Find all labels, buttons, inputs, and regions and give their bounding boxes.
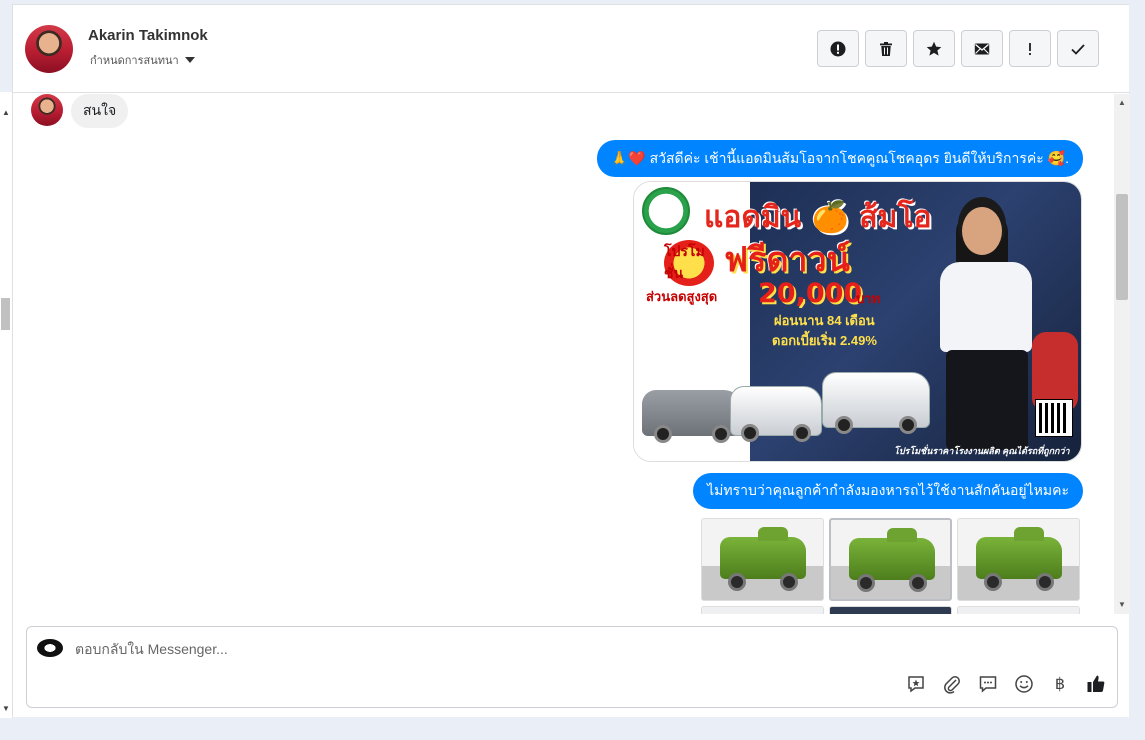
mark-spam-button[interactable] xyxy=(817,30,859,67)
attachment-button[interactable] xyxy=(941,673,963,695)
page-scrollbar-thumb[interactable] xyxy=(1,298,10,330)
promo-interest: ดอกเบี้ยเริ่ม 2.49% xyxy=(772,333,877,348)
conversation-header: Akarin Takimnok กำหนดการสนทนา xyxy=(13,5,1130,93)
car-image-cargo-pickup xyxy=(822,372,930,434)
promo-discount-amount: 20,000 xyxy=(758,278,863,309)
chat-bubble-icon xyxy=(979,676,997,693)
thread-scrollbar[interactable]: ▲ ▼ xyxy=(1114,94,1130,614)
thread-scrollbar-thumb[interactable] xyxy=(1116,194,1128,300)
promo-badge: โปรโมชั่น xyxy=(664,240,714,286)
promo-model-figure xyxy=(934,202,1044,452)
car-image-pickup xyxy=(730,386,822,442)
saved-reply-button[interactable] xyxy=(905,673,927,695)
outgoing-message-bubble-2[interactable]: ไม่ทราบว่าคุณลูกค้ากำลังมองหารถไว้ใช้งาน… xyxy=(693,473,1083,509)
exclamation-icon xyxy=(1029,42,1031,55)
saved-reply-icon xyxy=(908,676,924,693)
photo-thumbnail[interactable] xyxy=(957,606,1080,614)
promo-installment: ผ่อนนาน 84 เดือน xyxy=(774,313,875,328)
like-button[interactable] xyxy=(1085,673,1107,695)
photo-thumbnail[interactable] xyxy=(701,518,824,601)
scroll-up-arrow-icon[interactable]: ▲ xyxy=(1118,98,1126,107)
photo-thumbnail[interactable] xyxy=(701,606,824,614)
like-icon xyxy=(1087,675,1105,692)
emoji-prefix: 🙏❤️ xyxy=(610,150,646,166)
trash-icon xyxy=(880,41,892,56)
star-button[interactable] xyxy=(913,30,955,67)
page-logo xyxy=(37,639,63,657)
photo-thumbnail[interactable] xyxy=(829,606,952,614)
mark-unread-button[interactable] xyxy=(961,30,1003,67)
chat-button[interactable] xyxy=(977,673,999,695)
check-icon xyxy=(1071,43,1085,55)
qr-code xyxy=(1035,399,1073,437)
message-thread[interactable]: สนใจ 🙏❤️ สวัสดีค่ะ เช้านี้แอดมินส้มโอจาก… xyxy=(13,94,1130,614)
promo-image-attachment[interactable]: แอดมิน 🍊 ส้มโอ โปรโมชั่น ฟรีดาวน์ ส่วนลด… xyxy=(633,181,1082,462)
star-icon xyxy=(926,41,942,56)
conversation-panel: Akarin Takimnok กำหนดการสนทนา สนใจ 🙏❤️ ส… xyxy=(12,4,1130,717)
payment-button[interactable]: ฿ xyxy=(1049,673,1071,695)
promo-currency: บาท xyxy=(856,291,881,306)
car-image-sedan xyxy=(642,390,742,443)
reply-composer: ฿ xyxy=(26,626,1118,708)
attachment-icon xyxy=(944,676,960,694)
page-scrollbar[interactable]: ▲ ▼ xyxy=(0,92,12,718)
caret-down-icon xyxy=(184,57,195,63)
conversation-toolbar xyxy=(817,30,1099,67)
emoji-suffix: 🥰. xyxy=(1047,150,1069,166)
promo-footer: โปรโมชั่นราคาโรงงานผลิต คุณได้รถที่ถูกกว… xyxy=(894,446,1070,456)
contact-avatar[interactable] xyxy=(25,25,73,73)
assign-conversation-dropdown[interactable]: กำหนดการสนทนา xyxy=(90,51,195,69)
emoji-icon xyxy=(1015,675,1033,693)
promo-discount-label: ส่วนลดสูงสุด xyxy=(646,289,718,304)
envelope-icon xyxy=(974,43,990,54)
alert-circle-icon xyxy=(830,41,846,56)
incoming-message-bubble[interactable]: สนใจ xyxy=(71,94,129,128)
outgoing-message-bubble[interactable]: 🙏❤️ สวัสดีค่ะ เช้านี้แอดมินส้มโอจากโชคคู… xyxy=(596,140,1083,177)
scroll-down-arrow-icon[interactable]: ▼ xyxy=(2,704,10,713)
emoji-button[interactable] xyxy=(1013,673,1035,695)
follow-up-button[interactable] xyxy=(1009,30,1051,67)
scroll-down-arrow-icon[interactable]: ▼ xyxy=(1118,600,1126,609)
mark-done-button[interactable] xyxy=(1057,30,1099,67)
baht-icon: ฿ xyxy=(1054,676,1066,693)
outgoing-message-text: สวัสดีค่ะ เช้านี้แอดมินส้มโอจากโชคคูณโชค… xyxy=(649,149,1044,166)
assign-conversation-label: กำหนดการสนทนา xyxy=(90,55,179,67)
contact-name[interactable]: Akarin Takimnok xyxy=(88,27,208,44)
scroll-up-arrow-icon[interactable]: ▲ xyxy=(2,108,10,117)
photo-thumbnail[interactable] xyxy=(957,518,1080,601)
photo-grid-attachment xyxy=(701,518,1080,614)
sender-avatar xyxy=(31,94,63,126)
dealer-logo xyxy=(642,187,690,235)
photo-thumbnail[interactable] xyxy=(829,518,952,601)
composer-toolbar: ฿ xyxy=(905,673,1107,695)
reply-input[interactable] xyxy=(75,637,1105,661)
delete-button[interactable] xyxy=(865,30,907,67)
